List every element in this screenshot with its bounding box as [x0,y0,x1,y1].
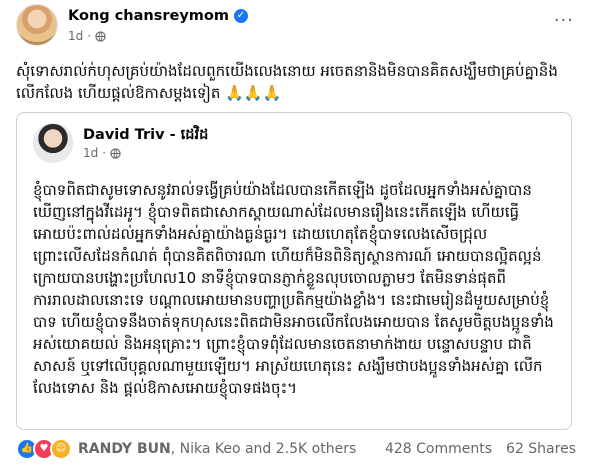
meta-separator: · [87,29,92,43]
author-name-row: Kong chansreymom ✓ [68,8,248,24]
verified-badge-icon: ✓ [233,9,248,23]
post-caption: សុំទោសរាល់ក់ហុសគ្រប់យ៉ាងដែលពួកយើងលេងនោយ … [16,62,558,102]
shared-post-time[interactable]: 1d [83,146,98,160]
engagement-counts: 428 Comments 62 Shares [385,441,576,457]
globe-icon [95,30,106,42]
care-icon: ☺ [50,438,72,460]
shared-post-body: ខ្ញុំបាទពិតជាសូមទោសនូវរាល់ទង្វើគ្រប់យ៉ាង… [33,181,554,397]
shared-author-name[interactable]: David Triv - ដេវិដ [83,126,208,147]
author-avatar[interactable] [16,4,58,46]
author-name[interactable]: Kong chansreymom [68,8,229,24]
post-footer: 👍 ♥ ☺ RANDY BUN, Nika Keo and 2.5K other… [16,438,576,460]
shares-count[interactable]: 62 Shares [506,441,576,457]
reaction-first-name: RANDY BUN [78,441,171,457]
comments-count[interactable]: 428 Comments [385,441,492,457]
post-time[interactable]: 1d [68,29,83,43]
reaction-icons[interactable]: 👍 ♥ ☺ [16,438,72,460]
post-meta: 1d · [68,29,106,43]
post-header: Kong chansreymom ✓ 1d · ··· [16,4,576,48]
reaction-others: , Nika Keo and 2.5K others [170,441,357,457]
shared-author-avatar[interactable] [33,123,73,163]
shared-post-card[interactable]: David Triv - ដេវិដ 1d · ខ្ញុំបាទពិតជាសូម… [16,112,572,430]
reaction-summary[interactable]: RANDY BUN, Nika Keo and 2.5K others [78,441,356,457]
globe-icon [110,147,121,159]
more-options-icon[interactable]: ··· [554,10,574,31]
shared-post-meta: 1d · [83,146,121,160]
facebook-post: Kong chansreymom ✓ 1d · ··· សុំទោសរាល់ក់… [0,0,590,467]
meta-separator: · [102,146,107,160]
